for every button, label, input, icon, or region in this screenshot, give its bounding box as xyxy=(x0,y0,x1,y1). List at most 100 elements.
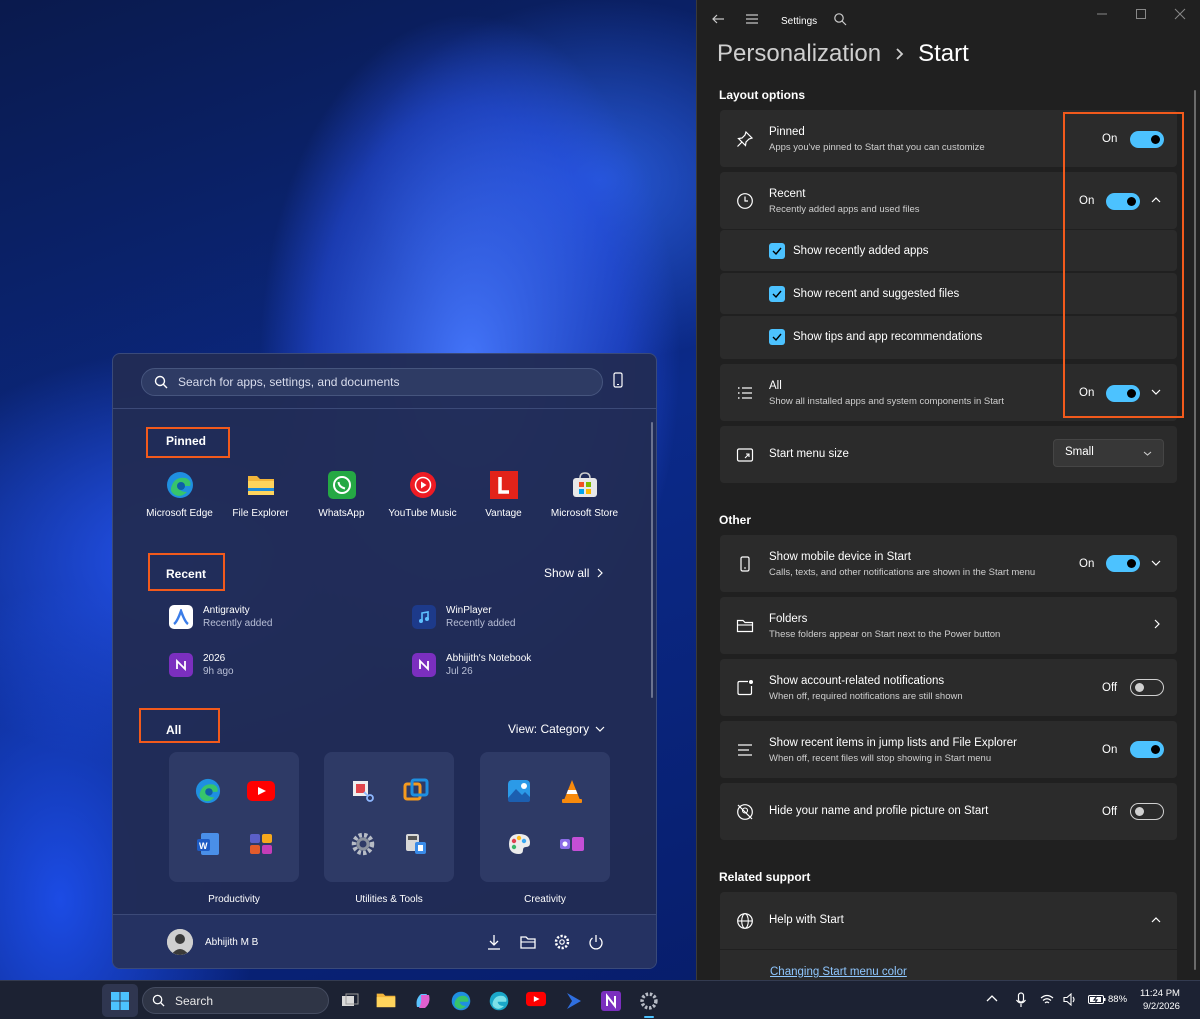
phone-icon xyxy=(736,555,754,573)
checkbox-label: Show tips and app recommendations xyxy=(793,331,983,343)
edge-icon[interactable] xyxy=(451,991,471,1011)
microphone-icon[interactable] xyxy=(1015,992,1035,1012)
winplayer-icon xyxy=(412,605,436,629)
mobile-device-toggle[interactable] xyxy=(1106,555,1140,572)
setting-title: Pinned xyxy=(769,126,805,138)
tray-overflow-icon[interactable] xyxy=(986,994,1006,1014)
chevron-up-icon[interactable] xyxy=(1151,917,1161,923)
setting-hide-name[interactable]: Hide your name and profile picture on St… xyxy=(720,783,1177,840)
start-button[interactable] xyxy=(102,984,138,1017)
pinned-app-youtube-music[interactable]: YouTube Music xyxy=(382,470,463,519)
setting-title: Folders xyxy=(769,613,808,625)
category-utilities[interactable] xyxy=(324,752,454,882)
phone-link-icon[interactable] xyxy=(613,372,627,390)
toggle-state-label: On xyxy=(1079,558,1095,570)
clock[interactable]: 11:24 PM 9/2/2026 xyxy=(1140,987,1180,1013)
setting-folders[interactable]: Folders These folders appear on Start nex… xyxy=(720,597,1177,654)
checkbox-tips[interactable] xyxy=(769,329,785,345)
chevron-down-icon[interactable] xyxy=(1151,560,1161,566)
settings-icon[interactable] xyxy=(553,933,571,951)
recent-item-sub: Jul 26 xyxy=(446,666,473,677)
setting-title: Show mobile device in Start xyxy=(769,551,911,563)
checkbox-recent-files[interactable] xyxy=(769,286,785,302)
start-search-box[interactable]: Search for apps, settings, and documents xyxy=(141,368,603,396)
setting-subtitle: Recently added apps and used files xyxy=(769,204,920,215)
edge-beta-icon[interactable] xyxy=(489,991,509,1011)
pinned-app-microsoft-store[interactable]: Microsoft Store xyxy=(544,470,625,519)
back-arrow-icon[interactable] xyxy=(711,12,725,26)
hidden-profile-icon xyxy=(736,803,754,821)
file-explorer-icon[interactable] xyxy=(376,991,396,1011)
start-menu-size-dropdown[interactable]: Small xyxy=(1053,439,1164,467)
pinned-app-edge[interactable]: Microsoft Edge xyxy=(139,470,220,519)
list-icon xyxy=(736,384,754,402)
setting-jump-lists[interactable]: Show recent items in jump lists and File… xyxy=(720,721,1177,778)
maximize-icon[interactable] xyxy=(1135,8,1147,20)
recent-item-winplayer[interactable]: WinPlayer Recently added xyxy=(412,605,516,629)
category-creativity[interactable] xyxy=(480,752,610,882)
recent-item-name: 2026 xyxy=(203,653,226,664)
store-icon xyxy=(570,470,600,500)
settings-window: Settings Personalization Start Layout op… xyxy=(696,0,1200,980)
settings-icon[interactable] xyxy=(639,991,659,1011)
view-category-label: View: Category xyxy=(508,722,590,736)
wifi-icon[interactable] xyxy=(1040,994,1060,1014)
recent-item-notebook[interactable]: Abhijith's Notebook Jul 26 xyxy=(412,653,531,677)
recent-item-2026[interactable]: 2026 9h ago xyxy=(169,653,234,677)
hamburger-menu-icon[interactable] xyxy=(745,12,759,26)
pinned-app-whatsapp[interactable]: WhatsApp xyxy=(301,470,382,519)
all-section-label: All xyxy=(166,723,182,737)
breadcrumb: Personalization Start xyxy=(717,40,969,68)
user-name[interactable]: Abhijith M B xyxy=(205,937,258,948)
setting-help[interactable]: Help with Start xyxy=(720,892,1177,949)
help-link[interactable]: Changing Start menu color xyxy=(770,966,907,978)
divider xyxy=(113,408,656,409)
view-category-dropdown[interactable]: View: Category xyxy=(508,722,605,736)
vantage-icon xyxy=(489,470,519,500)
layout-options-header: Layout options xyxy=(719,88,805,102)
pinned-app-file-explorer[interactable]: File Explorer xyxy=(220,470,301,519)
jump-lists-toggle[interactable] xyxy=(1130,741,1164,758)
setting-mobile-device[interactable]: Show mobile device in Start Calls, texts,… xyxy=(720,535,1177,592)
recent-section-label: Recent xyxy=(166,567,207,581)
copilot-icon[interactable] xyxy=(413,991,433,1011)
hide-name-toggle[interactable] xyxy=(1130,803,1164,820)
search-icon[interactable] xyxy=(833,12,847,26)
pinned-apps: Microsoft Edge File Explorer WhatsApp Yo… xyxy=(139,470,625,519)
chevron-right-icon[interactable] xyxy=(1154,619,1160,629)
app-title: Settings xyxy=(781,16,818,27)
minimize-icon[interactable] xyxy=(1096,8,1108,20)
recent-item-antigravity[interactable]: Antigravity Recently added xyxy=(169,605,273,629)
chevron-right-icon xyxy=(597,568,604,578)
downloads-icon[interactable] xyxy=(485,933,503,951)
edge-icon xyxy=(165,470,195,500)
task-view-icon[interactable] xyxy=(340,991,360,1011)
youtube-icon[interactable] xyxy=(526,991,546,1011)
power-icon[interactable] xyxy=(587,933,605,951)
close-icon[interactable] xyxy=(1174,8,1186,20)
calculator-icon xyxy=(389,817,442,870)
battery-charging-icon[interactable] xyxy=(1088,994,1108,1014)
chevron-right-icon xyxy=(895,47,904,61)
dropdown-value: Small xyxy=(1065,446,1094,458)
power-automate-icon[interactable] xyxy=(564,991,584,1011)
breadcrumb-parent[interactable]: Personalization xyxy=(717,40,881,68)
volume-icon[interactable] xyxy=(1063,993,1083,1013)
paint-icon xyxy=(492,817,545,870)
category-productivity[interactable]: W xyxy=(169,752,299,882)
pinned-app-vantage[interactable]: Vantage xyxy=(463,470,544,519)
settings-scrollbar[interactable] xyxy=(1194,90,1196,970)
account-notifications-toggle[interactable] xyxy=(1130,679,1164,696)
category-label: Creativity xyxy=(524,894,566,905)
taskbar-search[interactable]: Search xyxy=(142,987,329,1014)
start-scrollbar[interactable] xyxy=(651,422,653,698)
show-all-button[interactable]: Show all xyxy=(544,566,604,580)
onenote-icon[interactable] xyxy=(601,991,621,1011)
setting-subtitle: When off, required notifications are sti… xyxy=(769,691,963,702)
vlc-icon xyxy=(545,764,598,817)
checkbox-recent-apps[interactable] xyxy=(769,243,785,259)
avatar[interactable] xyxy=(167,929,193,955)
setting-account-notifications[interactable]: Show account-related notifications When o… xyxy=(720,659,1177,716)
windows-logo-icon xyxy=(111,992,129,1010)
file-explorer-icon[interactable] xyxy=(519,933,537,951)
